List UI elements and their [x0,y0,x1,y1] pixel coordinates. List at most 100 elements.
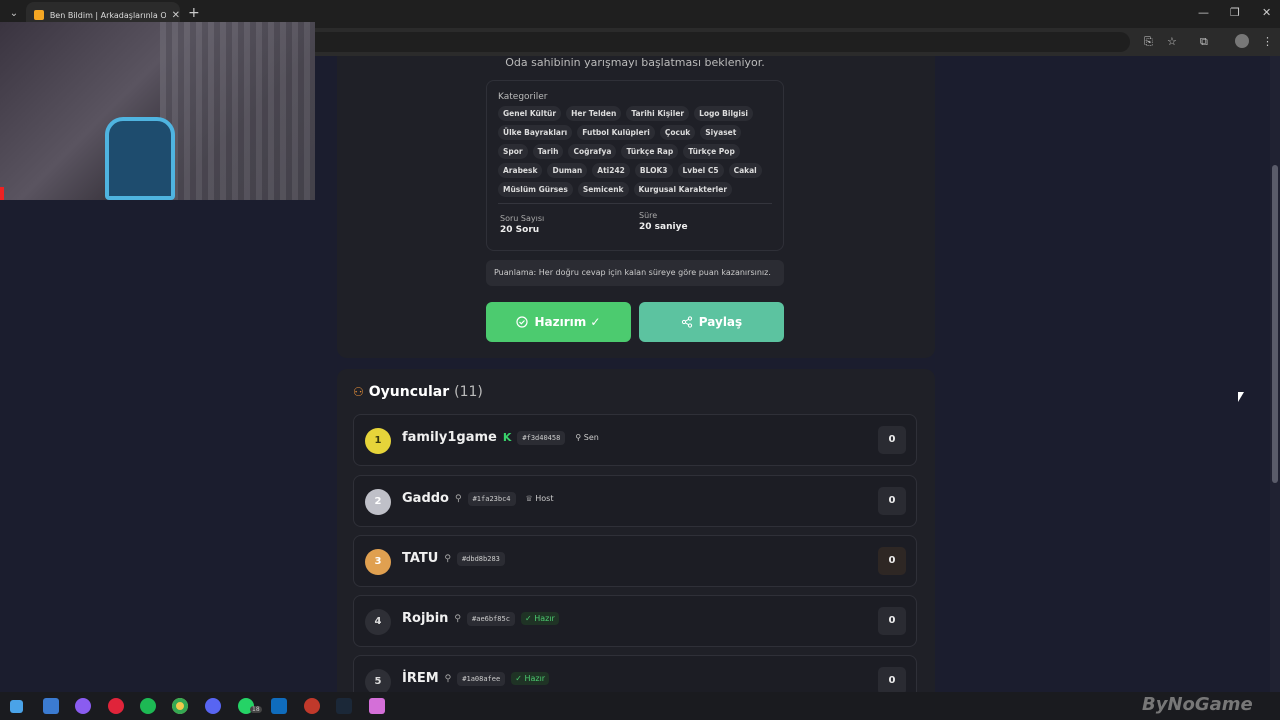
users-icon: ⚇ [353,385,364,399]
category-tag: Türkçe Pop [683,144,740,159]
time-label: Süre [639,211,658,220]
player-name: TATU [402,551,439,566]
categories-panel: Kategoriler Genel Kültür Her Telden Tarihi… [486,80,784,251]
webcam-red-mark [0,187,4,200]
check-circle-icon [516,316,529,328]
category-tag: Logo Bilgisi [694,106,754,121]
player-name-group: Rojbin ⚲ #ae6bf85c ✓ Hazır [402,611,559,626]
player-score: 0 [878,426,906,454]
copilot-icon[interactable] [75,698,91,714]
tab-favicon-icon [34,10,44,20]
players-header: ⚇ Oyuncular (11) [353,384,483,400]
category-tag: Futbol Kulüpleri [577,125,655,140]
user-icon: ⚲ [575,433,584,442]
player-id: #1fa23bc4 [467,491,516,506]
app-icon[interactable] [304,698,320,714]
rank-badge: 1 [365,428,391,454]
host-badge: ♕ Host [522,492,558,505]
question-count: Soru Sayısı 20 Soru [500,214,544,235]
player-id: #dbd8b283 [456,551,505,566]
steam-icon[interactable] [336,698,352,714]
you-badge: ⚲ Sen [571,431,602,444]
file-app-icon[interactable] [43,698,59,714]
category-tag: Tarihi Kişiler [626,106,690,121]
category-tag: Cakal [728,163,762,178]
game-page: Oda sahibinin yarışmayı başlatması bekle… [315,56,1270,692]
profile-avatar[interactable] [1235,34,1249,48]
category-tag: Genel Kültür [498,106,562,121]
minimize-icon[interactable]: — [1198,6,1209,19]
category-tag: Çocuk [659,125,696,140]
rank-badge: 4 [365,609,391,635]
share-button[interactable]: Paylaş [639,302,784,342]
player-id: #ae6bf85c [467,611,515,626]
address-bar[interactable] [300,32,1130,52]
ready-badge: ✓ Hazır [520,612,559,625]
window-close-icon[interactable]: ✕ [1262,6,1271,19]
ready-badge-label: Hazır [534,614,555,623]
player-row: 5 İREM ⚲ #1a08afee ✓ Hazır 0 [353,655,917,692]
outlook-icon[interactable] [271,698,287,714]
host-badge-label: Host [535,494,554,503]
rank-badge: 5 [365,669,391,692]
waiting-message: Oda sahibinin yarışmayı başlatması bekle… [505,56,765,69]
category-tag: Semicenk [577,182,629,197]
new-tab-icon[interactable]: + [188,6,200,20]
app-icon[interactable] [369,698,385,714]
category-tag: Siyaset [700,125,742,140]
player-row: 4 Rojbin ⚲ #ae6bf85c ✓ Hazır 0 [353,595,917,647]
ready-badge: ✓ Hazır [511,672,550,685]
check-circle-icon: ✓ [524,614,535,623]
time-value: 20 saniye [639,222,688,232]
crown-icon: ♕ [525,494,536,503]
player-id: #1a08afee [457,671,506,686]
category-tag: Tarih [532,144,564,159]
ready-button[interactable]: Hazırım ✓ [486,302,631,342]
player-name-group: Gaddo ⚲ #1fa23bc4 ♕ Host [402,491,557,506]
watermark: ByNoGame [1142,694,1253,715]
rank-badge: 2 [365,489,391,515]
restore-icon[interactable]: ❐ [1230,6,1240,19]
category-tag: Coğrafya [568,144,617,159]
user-icon: ⚲ [444,673,452,684]
webcam-gaming-chair [105,117,175,200]
tab-search-icon[interactable]: ⌄ [6,6,22,22]
tab-close-icon[interactable]: ✕ [172,10,180,21]
install-icon[interactable]: ⎘ [1144,35,1153,49]
category-tag: Türkçe Rap [621,144,679,159]
player-score: 0 [878,547,906,575]
extensions-icon[interactable]: ⧉ [1200,35,1208,49]
category-tag: Arabesk [498,163,543,178]
time-limit: Süre 20 saniye [639,211,688,232]
player-name: Rojbin [402,611,449,626]
opera-icon[interactable] [108,698,124,714]
category-tag: BLOK3 [634,163,673,178]
bookmark-star-icon[interactable]: ☆ [1167,35,1177,48]
webcam-curtain [160,22,315,200]
player-id: #f3d40458 [517,430,566,445]
user-icon: ⚲ [454,613,462,624]
whatsapp-badge: 18 [250,706,262,713]
player-name: family1game [402,430,497,445]
category-tag: Her Telden [566,106,622,121]
scrollbar-thumb[interactable] [1272,165,1278,483]
discord-icon[interactable] [205,698,221,714]
windows-taskbar: 18 ByNoGame [0,692,1280,720]
kick-logo-icon: K [502,431,512,444]
spotify-icon[interactable] [140,698,156,714]
player-score: 0 [878,607,906,635]
mouse-cursor-icon [1238,392,1244,402]
players-title: Oyuncular [368,384,450,400]
windows-start-icon[interactable] [10,700,23,713]
ready-badge-label: Hazır [524,674,546,683]
webcam-overlay [0,22,315,200]
scoring-info: Puanlama: Her doğru cevap için kalan sür… [486,260,784,286]
user-icon: ⚲ [444,553,451,564]
chrome-icon[interactable] [172,698,188,714]
player-row: 2 Gaddo ⚲ #1fa23bc4 ♕ Host 0 [353,475,917,527]
player-score: 0 [878,487,906,515]
menu-dots-icon[interactable]: ⋮ [1262,35,1273,48]
category-tag: Spor [498,144,528,159]
question-count-value: 20 Soru [500,225,540,235]
you-badge-label: Sen [583,433,599,442]
